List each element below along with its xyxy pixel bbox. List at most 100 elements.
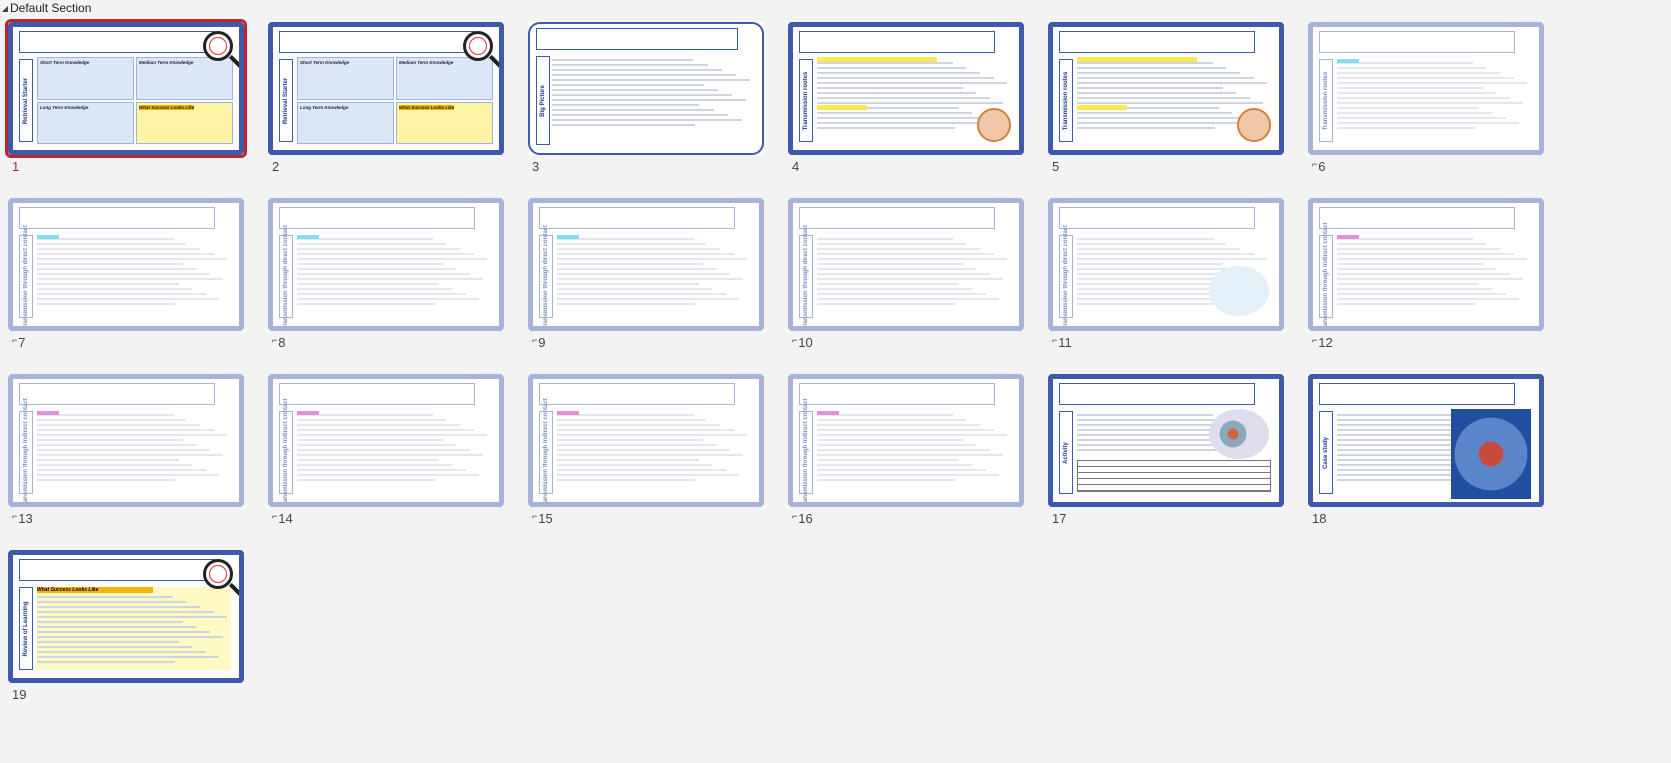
slide-thumbnail-16[interactable]: Transmission through indirect contact (788, 374, 1024, 507)
text-line (1077, 283, 1219, 285)
slide-header-box (19, 559, 215, 581)
text-line (1077, 112, 1233, 114)
text-line (557, 439, 703, 441)
slide-number: ⌐11 (1052, 335, 1072, 350)
hidden-slide-icon: ⌐ (272, 511, 278, 521)
text-line (1077, 263, 1223, 265)
text-line (37, 601, 187, 603)
slide-thumbnail-11[interactable]: Transmission through direct contact (1048, 198, 1284, 331)
slide-thumbnail-8[interactable]: Transmission through direct contact (268, 198, 504, 331)
heart-image (1451, 409, 1531, 499)
text-line (37, 298, 220, 300)
slide-number: ⌐7 (12, 335, 26, 350)
slide-thumbnail-1[interactable]: Retrieval Starter Short Term Knowledge Med… (5, 19, 247, 158)
slide-thumbnail-17[interactable]: Activity (1048, 374, 1284, 507)
slide-number-text: 3 (532, 159, 540, 174)
slide-number-text: 13 (18, 511, 33, 526)
slide-frame: Transmission through indirect contact (1308, 198, 1544, 331)
slide-body: What Success Looks Like (37, 587, 231, 670)
slide-thumbnail-5[interactable]: Transmission routes (1048, 22, 1284, 155)
knowledge-box-title: Short Term Knowledge (40, 60, 90, 65)
slide-frame: Transmission routes (788, 22, 1024, 155)
slide-thumbnail-19[interactable]: Review of Learning What Success Looks Lik… (8, 550, 244, 683)
text-line (817, 87, 963, 89)
text-line (557, 454, 744, 456)
slide-header-box (19, 31, 215, 53)
text-line (1077, 77, 1254, 79)
heading-highlight (557, 411, 579, 415)
slide-side-label: Retrieval Starter (19, 59, 33, 142)
slide-number: ⌐13 (12, 511, 33, 526)
text-line (37, 419, 187, 421)
text-line (552, 74, 736, 76)
text-line (37, 248, 200, 250)
slide-thumbnail-3[interactable]: Big Picture (528, 22, 764, 155)
slide-side-label: Case study (1319, 411, 1333, 494)
slide-number: 4 (792, 159, 799, 174)
text-line (552, 84, 704, 86)
heading-highlight (37, 235, 59, 239)
slide-number: ⌐15 (532, 511, 553, 526)
text-line (817, 273, 990, 275)
heading-highlight (1337, 59, 1359, 63)
slide-thumbnail-9[interactable]: Transmission through direct contact (528, 198, 764, 331)
text-line (37, 303, 175, 305)
text-line (817, 449, 990, 451)
slide-frame: Big Picture (528, 22, 764, 155)
text-line (817, 479, 955, 481)
text-line (557, 263, 703, 265)
text-line (1337, 107, 1479, 109)
slide-thumbnail-2[interactable]: Retrieval Starter Short Term Knowledge Med… (268, 22, 504, 155)
knowledge-box-title: What Success Looks Like (139, 104, 195, 110)
text-line (552, 59, 694, 61)
text-line (552, 119, 742, 121)
heading-highlight (297, 411, 319, 415)
slide-thumbnail-15[interactable]: Transmission through indirect contact (528, 374, 764, 507)
slide-header-box (1319, 31, 1515, 53)
slide-thumbnail-13[interactable]: Transmission through indirect contact (8, 374, 244, 507)
text-line (817, 248, 980, 250)
slide-thumbnail-18[interactable]: Case study (1308, 374, 1544, 507)
slide-side-label: Retrieval Starter (279, 59, 293, 142)
text-line (1337, 77, 1514, 79)
text-line (817, 434, 1008, 436)
knowledge-box: What Success Looks Like (136, 101, 233, 144)
slide-thumbnail-10[interactable]: Transmission through direct contact (788, 198, 1024, 331)
text-line (1337, 253, 1514, 255)
text-line (557, 303, 695, 305)
text-line (1337, 243, 1487, 245)
text-line (557, 268, 717, 270)
slide-thumbnail-6[interactable]: Transmission routes (1308, 22, 1544, 155)
slide-thumbnail-7[interactable]: Transmission through direct contact (8, 198, 244, 331)
slide-number-text: 15 (538, 511, 553, 526)
slide-number: ⌐12 (1312, 335, 1333, 350)
slide-side-label-text: Transmission through indirect contact (23, 397, 29, 507)
slide-header-box (279, 31, 475, 53)
slide-side-label-text: Transmission routes (803, 71, 809, 130)
text-line (557, 419, 707, 421)
text-line (552, 124, 696, 126)
text-line (817, 112, 973, 114)
text-line (297, 243, 447, 245)
text-line (817, 117, 986, 119)
slide-thumbnail-4[interactable]: Transmission routes (788, 22, 1024, 155)
text-line (557, 444, 717, 446)
text-line (817, 283, 959, 285)
slide-thumbnail-14[interactable]: Transmission through indirect contact (268, 374, 504, 507)
slide-side-label-text: Review of Learning (23, 600, 29, 657)
slide-body (1337, 59, 1531, 142)
slide-number: ⌐9 (532, 335, 546, 350)
text-line (37, 611, 214, 613)
text-line (552, 69, 722, 71)
text-line (1077, 268, 1237, 270)
slide-header-box (279, 207, 475, 229)
text-line (557, 283, 699, 285)
text-line (1077, 122, 1260, 124)
text-line (1337, 268, 1497, 270)
slide-number: 2 (272, 159, 279, 174)
slide-number: ⌐16 (792, 511, 813, 526)
slide-header-box (19, 207, 215, 229)
text-line (297, 253, 474, 255)
slide-thumbnail-12[interactable]: Transmission through indirect contact (1308, 198, 1544, 331)
slide-body (557, 411, 751, 494)
